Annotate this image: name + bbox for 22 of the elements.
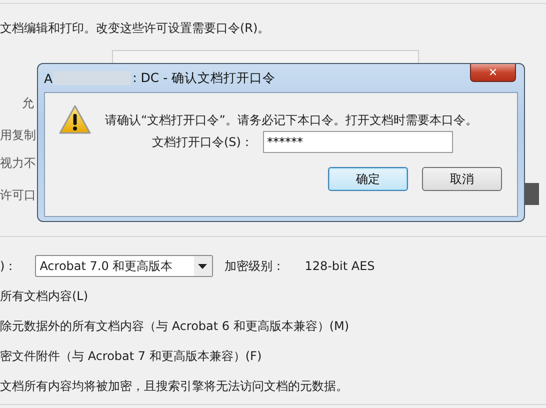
message-text: 请确认“文档打开口令”。请务必记下本口令。打开文档时需要本口令。 [105, 112, 478, 128]
close-button[interactable]: ✕ [470, 64, 516, 82]
option-label: 用复制 [0, 127, 36, 144]
compat-label: )： [0, 258, 17, 274]
dialog-button[interactable]: 取消 [422, 167, 502, 191]
encryption-level-label: 加密级别： [224, 258, 285, 274]
encryption-level-value: 128-bit AES [304, 259, 375, 273]
option-label: 许可口 [0, 187, 36, 204]
dropdown-arrow-icon [198, 264, 208, 268]
description-text: 文档编辑和打印。改变这些许可设置需要口令(R)。 [0, 20, 271, 37]
window-title: A : DC - 确认文档打开口令 [44, 70, 276, 86]
password-label: 文档打开口令(S)： [152, 134, 253, 150]
password-field[interactable]: ****** [262, 131, 453, 153]
option-label: 视力不 [0, 155, 36, 172]
dialog-button[interactable]: 确定 [328, 167, 408, 191]
option-label: 允 [22, 95, 34, 112]
warning-icon [59, 105, 91, 135]
option-label[interactable]: 除元数据外的所有文档内容（与 Acrobat 6 和更高版本兼容）(M) [0, 311, 375, 341]
compat-dropdown[interactable]: Acrobat 7.0 和更高版本 [34, 255, 213, 277]
note-text: 文档所有内容均将被加密，且搜索引擎将无法访问文档的元数据。 [0, 378, 349, 395]
option-label[interactable]: 密文件附件（与 Acrobat 7 和更高版本兼容）(F) [0, 341, 375, 371]
option-label[interactable]: 所有文档内容(L) [0, 281, 375, 311]
